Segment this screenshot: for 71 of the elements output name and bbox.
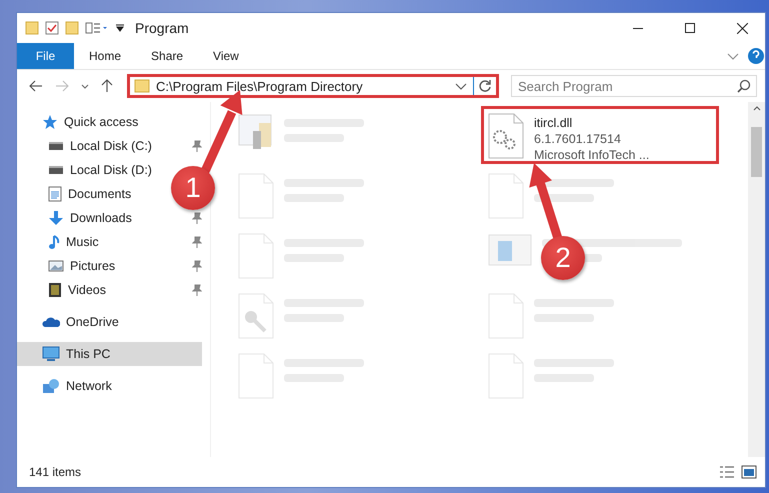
sidebar-item[interactable]: Downloads xyxy=(17,206,136,230)
sidebar-item[interactable]: Network xyxy=(17,374,116,398)
sidebar-item[interactable]: Videos xyxy=(17,278,110,302)
application-icon xyxy=(238,113,274,149)
large-icons-view-icon xyxy=(741,465,757,479)
ribbon-tab[interactable]: Share xyxy=(136,43,198,69)
key-document-icon xyxy=(238,293,274,339)
sidebar-item[interactable]: OneDrive xyxy=(17,310,123,334)
properties-icon xyxy=(85,22,109,34)
pin-icon[interactable] xyxy=(192,140,202,152)
pin-icon[interactable] xyxy=(192,284,202,296)
address-bar[interactable]: C:\Program Files\Program Directory xyxy=(127,74,499,98)
dropdown-icon xyxy=(115,24,125,32)
scrollbar-thumb[interactable] xyxy=(751,127,762,177)
monitor-icon xyxy=(42,346,60,362)
drive-icon xyxy=(48,166,64,174)
sidebar-item[interactable]: This PC xyxy=(17,342,202,366)
file-name: itircl.dll xyxy=(534,115,574,131)
folder-icon xyxy=(65,21,79,35)
sidebar-item[interactable]: Local Disk (C:) xyxy=(17,134,156,158)
sidebar-item[interactable]: Pictures xyxy=(17,254,120,278)
sidebar-item[interactable]: Music xyxy=(17,230,103,254)
document-icon xyxy=(48,186,62,202)
search-icon xyxy=(737,79,751,93)
close-icon xyxy=(736,22,748,34)
network-icon xyxy=(42,378,60,394)
highlighted-file-tile[interactable]: itircl.dll 6.1.7601.17514 Microsoft InfoTech ... xyxy=(481,106,719,164)
search-field[interactable]: Search Program xyxy=(511,75,757,97)
sidebar-item[interactable]: Quick access xyxy=(17,110,142,134)
pin-icon[interactable] xyxy=(192,260,202,272)
pin-icon[interactable] xyxy=(192,212,202,224)
document-icon xyxy=(488,173,524,219)
picture-icon xyxy=(48,260,64,272)
forward-arrow-icon xyxy=(55,80,69,92)
document-icon xyxy=(488,353,524,399)
refresh-icon xyxy=(478,79,492,93)
download-icon xyxy=(48,210,64,226)
maximize-icon xyxy=(685,23,695,33)
document-icon xyxy=(238,353,274,399)
scrollbar[interactable] xyxy=(748,102,765,457)
window-title: Program xyxy=(135,20,189,36)
gear-document-icon xyxy=(488,113,524,159)
item-count: 141 items xyxy=(29,465,82,479)
chevron-down-icon xyxy=(455,82,467,90)
window-icon xyxy=(488,233,532,267)
back-arrow-icon xyxy=(29,80,43,92)
checklist-icon xyxy=(45,21,59,35)
chevron-down-icon xyxy=(81,84,89,88)
drive-icon xyxy=(48,142,64,150)
document-icon xyxy=(238,233,274,279)
file-menu-button[interactable]: File xyxy=(17,43,74,69)
scroll-up-icon xyxy=(752,106,760,111)
pin-icon[interactable] xyxy=(192,236,202,248)
blurred-text-bar xyxy=(534,194,594,202)
details-view-icon xyxy=(719,466,735,478)
up-arrow-icon xyxy=(101,79,113,93)
file-detail: Microsoft InfoTech ... xyxy=(534,147,650,163)
music-note-icon xyxy=(48,234,60,250)
film-icon xyxy=(48,282,62,298)
document-icon xyxy=(488,293,524,339)
folder-icon xyxy=(134,79,150,93)
chevron-down-icon xyxy=(727,52,739,60)
sidebar-item[interactable]: Local Disk (D:) xyxy=(17,158,156,182)
document-icon xyxy=(238,173,274,219)
folder-icon xyxy=(25,21,39,35)
ribbon-tab[interactable]: Home xyxy=(74,43,136,69)
file-detail: 6.1.7601.17514 xyxy=(534,131,622,147)
star-icon xyxy=(42,114,58,130)
sidebar-item[interactable]: Documents xyxy=(17,182,136,206)
cloud-icon xyxy=(42,316,60,328)
ribbon-tab[interactable]: View xyxy=(198,43,254,69)
